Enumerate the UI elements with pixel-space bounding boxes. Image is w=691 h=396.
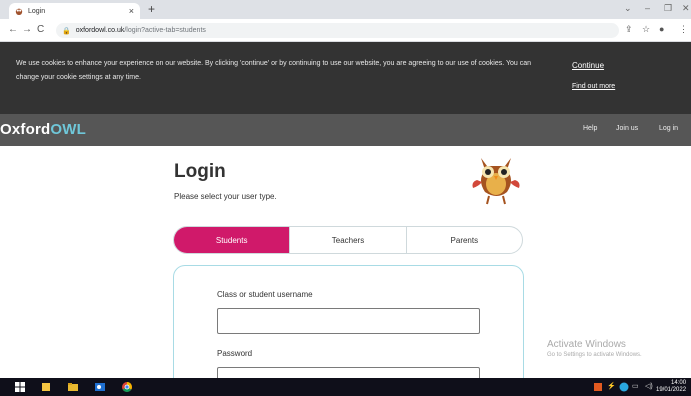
logo-oxford-text: Oxford [0, 121, 51, 138]
login-form-card: Class or student username Password [173, 265, 524, 396]
wifi-tray-icon[interactable]: ▭ [632, 382, 639, 390]
clock-time: 14:00 [671, 380, 687, 386]
login-title: Login [174, 161, 226, 182]
back-icon[interactable]: ← [8, 24, 18, 35]
share-icon[interactable]: ⇪ [625, 24, 633, 35]
forward-icon[interactable]: → [22, 24, 32, 35]
chrome-icon[interactable] [122, 382, 132, 392]
tab-students[interactable]: Students [174, 227, 290, 253]
lock-icon: 🔒 [62, 27, 71, 35]
watermark-title: Activate Windows [547, 339, 626, 350]
tab-teachers[interactable]: Teachers [289, 227, 405, 253]
outlook-icon[interactable] [95, 382, 105, 392]
activate-windows-watermark: Activate Windows Go to Settings to activ… [547, 339, 642, 358]
owl-illustration-icon [472, 158, 520, 205]
username-input[interactable] [217, 308, 480, 334]
windows-taskbar: ⚡ ▭ ◁) 14:00 19/01/2022 [0, 378, 691, 396]
tab-title: Login [28, 7, 46, 15]
owl-favicon-icon [15, 8, 23, 15]
login-subtitle: Please select your user type. [174, 192, 277, 201]
file-explorer-icon[interactable] [68, 382, 78, 392]
browser-toolbar: ← → C 🔒 oxfordowl.co.uk /login?active-ta… [0, 19, 691, 42]
cookie-banner: We use cookies to enhance your experienc… [0, 42, 691, 114]
reload-icon[interactable]: C [37, 24, 44, 35]
browser-tab-strip: Login × + ⌄ – ❐ ✕ [0, 0, 691, 19]
logo-owl-text: OWL [50, 121, 86, 138]
volume-tray-icon[interactable]: ◁) [645, 382, 653, 390]
network-tray-icon[interactable]: ⚡ [607, 382, 616, 390]
windows-start-icon[interactable] [15, 382, 25, 392]
tab-parents[interactable]: Parents [405, 227, 522, 253]
cookie-continue-link[interactable]: Continue [572, 61, 604, 70]
cookie-find-out-more-link[interactable]: Find out more [572, 83, 615, 90]
watermark-subtitle: Go to Settings to activate Windows. [547, 352, 642, 358]
user-type-tabs: Students Teachers Parents [173, 226, 523, 254]
tab-search-icon[interactable]: ⌄ [624, 3, 632, 14]
clock-date: 19/01/2022 [656, 387, 687, 393]
close-window-icon[interactable]: ✕ [682, 3, 690, 14]
username-label: Class or student username [217, 290, 313, 299]
help-link[interactable]: Help [583, 125, 597, 132]
profile-icon[interactable]: ● [659, 24, 664, 34]
app-tray-icon[interactable] [619, 382, 629, 392]
password-label: Password [217, 349, 253, 358]
bookmark-star-icon[interactable]: ☆ [642, 24, 650, 35]
minimize-icon[interactable]: – [645, 3, 650, 13]
taskbar-clock[interactable]: 14:00 19/01/2022 [656, 380, 686, 394]
url-host: oxfordowl.co.uk [75, 27, 125, 34]
browser-tab[interactable]: Login × [9, 3, 140, 19]
maximize-icon[interactable]: ❐ [664, 3, 672, 14]
tab-close-icon[interactable]: × [129, 6, 134, 16]
join-us-link[interactable]: Join us [616, 125, 638, 132]
site-header: OxfordOWL Help Join us Log in [0, 114, 691, 146]
new-tab-button[interactable]: + [148, 2, 155, 16]
cookie-text: We use cookies to enhance your experienc… [16, 60, 532, 81]
sticky-notes-icon[interactable] [41, 382, 51, 392]
menu-icon[interactable]: ⋮ [679, 24, 688, 35]
office-tray-icon[interactable] [593, 382, 603, 392]
oxford-owl-logo[interactable]: OxfordOWL [0, 121, 86, 138]
address-bar[interactable]: 🔒 oxfordowl.co.uk /login?active-tab=stud… [56, 23, 619, 38]
url-path: /login?active-tab=students [124, 27, 206, 34]
log-in-link[interactable]: Log in [659, 125, 678, 132]
